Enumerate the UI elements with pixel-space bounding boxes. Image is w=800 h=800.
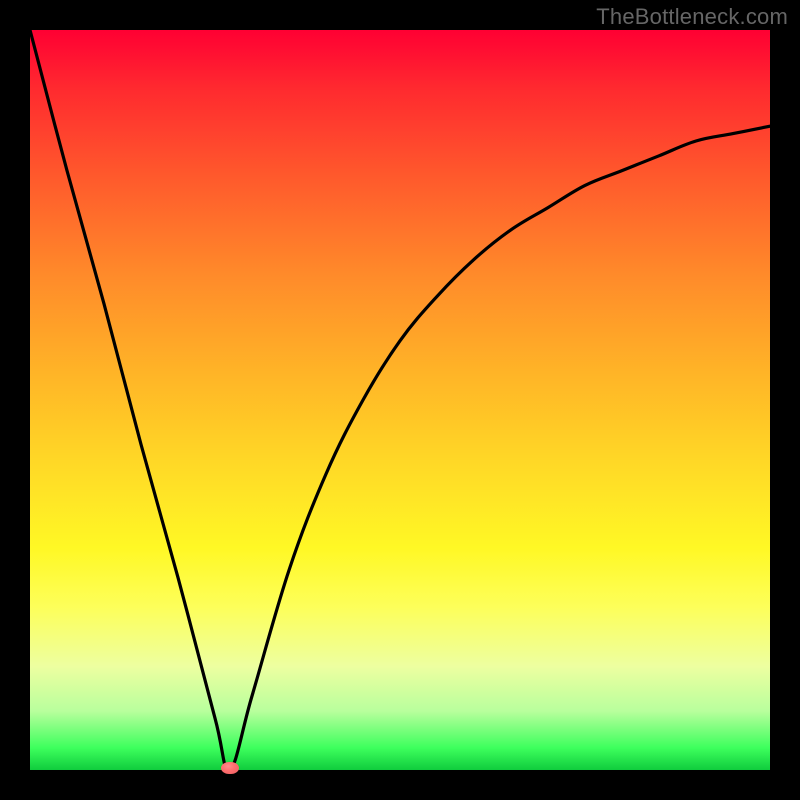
watermark-text: TheBottleneck.com	[596, 4, 788, 30]
chart-frame: TheBottleneck.com	[0, 0, 800, 800]
bottleneck-curve	[30, 30, 770, 770]
minimum-marker	[221, 762, 239, 774]
plot-area	[30, 30, 770, 770]
curve-svg	[30, 30, 770, 770]
